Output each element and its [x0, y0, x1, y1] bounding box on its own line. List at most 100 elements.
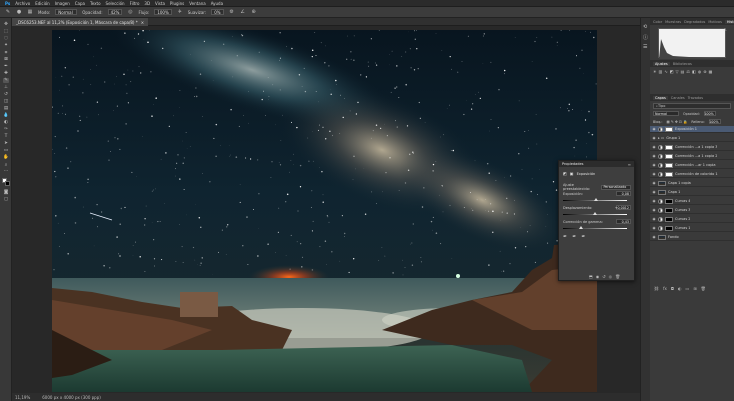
- panel-tab-adjust_tabs-1[interactable]: Bibliotecas: [673, 62, 692, 66]
- menu-item-8[interactable]: Vista: [155, 1, 165, 6]
- exposure-slider[interactable]: [563, 198, 627, 201]
- airbrush-icon[interactable]: ✈: [177, 9, 183, 15]
- canvas-area[interactable]: [12, 26, 640, 393]
- gradient-tool-icon[interactable]: ▤: [3, 106, 9, 111]
- panel-tab-layers_tabs-0[interactable]: Capas: [653, 95, 668, 100]
- menu-item-9[interactable]: Plugins: [170, 1, 184, 6]
- layer-mask-thumbnail[interactable]: [665, 216, 673, 222]
- layer-row[interactable]: ◉ ▸ ▭ Grupo 1: [650, 135, 734, 142]
- layer-row[interactable]: ◉ Curvas 1: [650, 225, 734, 232]
- levels-icon[interactable]: ▥: [659, 69, 663, 74]
- gear-icon[interactable]: ⚙: [229, 9, 235, 15]
- panel-menu-icon[interactable]: ≡: [628, 162, 631, 167]
- layer-mask-thumbnail[interactable]: [665, 144, 673, 150]
- new-adjustment-icon[interactable]: ◐: [678, 286, 682, 291]
- menu-item-11[interactable]: Ayuda: [211, 1, 223, 6]
- eraser-tool-icon[interactable]: ◫: [3, 99, 9, 104]
- properties-header[interactable]: Propiedades ≡: [559, 161, 634, 167]
- exposure-slider-knob[interactable]: [593, 198, 598, 201]
- smooth-field[interactable]: 0%: [211, 9, 224, 15]
- pressure-opacity-icon[interactable]: ◎: [127, 9, 133, 15]
- visibility-eye-icon[interactable]: ◉: [652, 235, 656, 239]
- gray-eyedropper-icon[interactable]: ✒: [572, 234, 576, 240]
- visibility-eye-icon[interactable]: ◉: [652, 154, 656, 158]
- layer-opacity-field[interactable]: 100%: [703, 111, 716, 116]
- brush-preset-icon[interactable]: ●: [16, 9, 22, 15]
- photo-filter-icon[interactable]: ◍: [698, 69, 702, 74]
- layer-row[interactable]: ◉ Corrección ...ar 1 copia: [650, 162, 734, 169]
- menu-item-6[interactable]: Filtro: [130, 1, 140, 6]
- link-icon[interactable]: ⛓: [654, 286, 659, 291]
- properties-panel-icon[interactable]: ☰: [643, 44, 647, 50]
- history-panel-icon[interactable]: ⟲: [643, 24, 647, 30]
- menu-item-7[interactable]: 3D: [144, 1, 150, 6]
- hue-icon[interactable]: ▤: [681, 69, 685, 74]
- layer-mask-thumbnail[interactable]: [665, 207, 673, 213]
- layer-thumbnail[interactable]: [658, 180, 666, 186]
- visibility-eye-icon[interactable]: ◉: [652, 181, 656, 185]
- menu-item-2[interactable]: Imagen: [55, 1, 70, 6]
- layer-row[interactable]: ◉ Curvas 2: [650, 216, 734, 223]
- fx-icon[interactable]: fx: [663, 286, 667, 291]
- white-eyedropper-icon[interactable]: ✒: [581, 234, 585, 240]
- panel-tab-layers_tabs-2[interactable]: Trazados: [688, 96, 703, 100]
- layer-row[interactable]: ◉ Corrección de colorido 1: [650, 171, 734, 178]
- layer-thumbnail[interactable]: [658, 234, 666, 240]
- layer-mask-thumbnail[interactable]: [665, 153, 673, 159]
- zoom-level[interactable]: 11,19%: [15, 395, 30, 400]
- visibility-eye-icon[interactable]: ◉: [652, 136, 656, 140]
- offset-slider-knob[interactable]: [593, 212, 597, 215]
- new-layer-icon[interactable]: ⊞: [693, 286, 696, 291]
- stamp-tool-icon[interactable]: ⊥: [3, 85, 9, 90]
- move-tool-icon[interactable]: ✥: [3, 22, 9, 27]
- offset-input[interactable]: +0,0012: [615, 205, 631, 210]
- path-select-tool-icon[interactable]: ➤: [3, 141, 9, 146]
- lasso-tool-icon[interactable]: ◌: [3, 36, 9, 41]
- visibility-eye-icon[interactable]: ◉: [652, 217, 656, 221]
- layer-mask-thumbnail[interactable]: [665, 162, 673, 168]
- layer-row[interactable]: ◉ Capa 1 copia: [650, 180, 734, 187]
- opacity-field[interactable]: 42%: [107, 9, 123, 15]
- clip-to-layer-icon[interactable]: ⬒: [589, 274, 593, 279]
- hand-tool-icon[interactable]: ✋: [3, 155, 9, 160]
- balance-icon[interactable]: ⚖: [686, 69, 690, 74]
- crop-tool-icon[interactable]: ⌗: [3, 50, 9, 56]
- layer-mask-thumbnail[interactable]: [665, 171, 673, 177]
- menu-item-0[interactable]: Archivo: [15, 1, 30, 6]
- healing-brush-tool-icon[interactable]: ✚: [3, 71, 9, 76]
- dodge-tool-icon[interactable]: ◐: [3, 120, 9, 125]
- gamma-slider-knob[interactable]: [578, 226, 583, 229]
- visibility-icon[interactable]: ◎: [609, 274, 613, 279]
- lock-icons[interactable]: ▦ ✎ ✥ ⊡ 🔒: [666, 120, 687, 124]
- blend-mode-select[interactable]: Normal: [653, 111, 679, 116]
- reset-icon[interactable]: ↺: [602, 274, 605, 279]
- pen-tool-icon[interactable]: ✑: [3, 127, 9, 132]
- curves-icon[interactable]: ∿: [664, 69, 667, 74]
- eyedropper-tool-icon[interactable]: ✒: [3, 64, 9, 69]
- menu-item-5[interactable]: Selección: [106, 1, 125, 6]
- brush-tool-icon[interactable]: ✎: [3, 78, 9, 83]
- quick-mask-icon[interactable]: ◙: [3, 190, 9, 195]
- visibility-eye-icon[interactable]: ◉: [652, 145, 656, 149]
- symmetry-icon[interactable]: ⊕: [251, 9, 257, 15]
- panel-tab-adjust_tabs-0[interactable]: Ajustes: [653, 61, 670, 66]
- layers-filter[interactable]: ⌕ Tipo: [653, 103, 731, 109]
- visibility-eye-icon[interactable]: ◉: [652, 172, 656, 176]
- bw-icon[interactable]: ◧: [692, 69, 696, 74]
- panel-tab-layers_tabs-1[interactable]: Canales: [671, 96, 685, 100]
- marquee-tool-icon[interactable]: ⬚: [3, 29, 9, 34]
- visibility-eye-icon[interactable]: ◉: [652, 199, 656, 203]
- visibility-eye-icon[interactable]: ◉: [652, 127, 656, 131]
- warning-icon[interactable]: ⚠: [723, 27, 727, 32]
- folder-icon[interactable]: ▸ ▭: [658, 136, 664, 140]
- menu-item-10[interactable]: Ventana: [189, 1, 205, 6]
- exposure-adjust-icon[interactable]: ◩: [670, 69, 674, 74]
- close-icon[interactable]: ×: [141, 20, 144, 25]
- panel-tab-histogram_tabs-4[interactable]: Histograma: [724, 19, 734, 24]
- history-brush-tool-icon[interactable]: ↺: [3, 92, 9, 97]
- panel-tab-histogram_tabs-1[interactable]: Muestras: [665, 20, 681, 24]
- panel-tab-histogram_tabs-3[interactable]: Motivos: [708, 20, 722, 24]
- gamma-slider[interactable]: [563, 226, 627, 229]
- frame-tool-icon[interactable]: ⊠: [3, 57, 9, 62]
- visibility-eye-icon[interactable]: ◉: [652, 226, 656, 230]
